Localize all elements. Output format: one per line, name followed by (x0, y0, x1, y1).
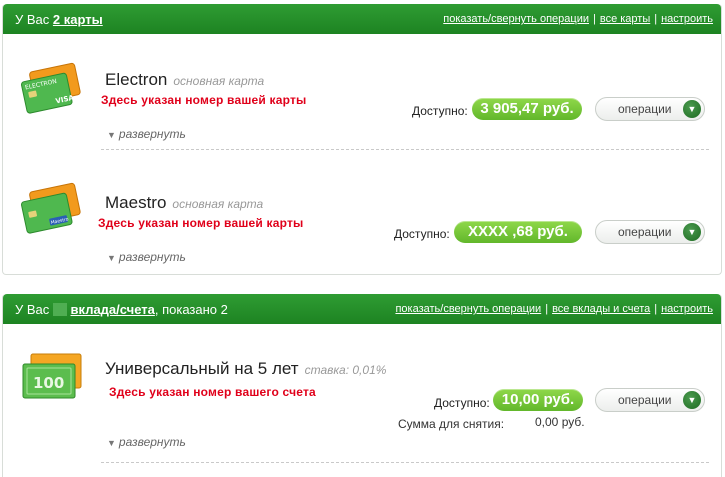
card-image-icon[interactable]: ELECTRON VISA (17, 58, 87, 125)
toggle-operations-link[interactable]: показать/свернуть операции (395, 303, 541, 315)
available-label: Доступно: (434, 396, 490, 410)
operations-button[interactable]: операции ▼ (595, 388, 705, 412)
operations-button[interactable]: операции ▼ (595, 220, 705, 244)
item-divider (101, 149, 709, 150)
deposit-name[interactable]: Универсальный на 5 лет ставка: 0,01% (105, 359, 386, 379)
cards-count-link[interactable]: 2 карты (53, 12, 103, 27)
card-number-note: Здесь указан номер вашей карты (101, 93, 307, 107)
configure-link[interactable]: настроить (661, 303, 713, 315)
balance-badge: 10,00 руб. (493, 389, 583, 411)
deposits-panel-links: показать/свернуть операции | все вклады и … (395, 303, 713, 315)
balance-badge: XXXX ,68 руб. (454, 221, 582, 243)
deposit-item: 100 Универсальный на 5 лет ставка: 0,01% … (3, 324, 721, 474)
cards-panel-header: У Вас 2 карты показать/свернуть операции… (3, 4, 721, 34)
deposits-panel-header: У Вас вклада/счета, показано 2 показать/… (3, 294, 721, 324)
withdrawal-sum-label: Сумма для снятия: (398, 417, 505, 431)
card-item-maestro: Maestro Maestro основная карта Здесь указ… (3, 154, 721, 272)
card-image-icon[interactable]: Maestro (17, 178, 87, 245)
triangle-down-icon: ▼ (107, 253, 116, 263)
triangle-down-icon: ▼ (107, 130, 116, 140)
operations-button[interactable]: операции ▼ (595, 97, 705, 121)
svg-text:100: 100 (33, 374, 64, 392)
cards-panel-links: показать/свернуть операции | все карты | нас… (443, 13, 713, 25)
card-name[interactable]: Electron основная карта (105, 70, 264, 90)
expand-toggle[interactable]: ▼ развернуть (107, 250, 186, 264)
deposits-count-link[interactable]: вклада/счета (71, 302, 155, 317)
triangle-down-icon: ▼ (107, 438, 116, 448)
toggle-operations-link[interactable]: показать/свернуть операции (443, 13, 589, 25)
deposit-rate: ставка: 0,01% (304, 363, 387, 377)
hidden-count-mask (52, 303, 67, 316)
card-item-electron: ELECTRON VISA Electron основная карта Зде… (3, 34, 721, 152)
card-type: основная карта (173, 74, 265, 88)
deposits-panel-title: У Вас вклада/счета, показано 2 (15, 302, 228, 317)
item-divider (101, 462, 709, 463)
deposits-panel: У Вас вклада/счета, показано 2 показать/… (2, 294, 722, 477)
configure-link[interactable]: настроить (661, 13, 713, 25)
account-number-note: Здесь указан номер вашего счета (109, 385, 316, 399)
available-label: Доступно: (412, 104, 468, 118)
card-name[interactable]: Maestro основная карта (105, 193, 263, 213)
expand-toggle[interactable]: ▼ развернуть (107, 435, 186, 449)
cards-panel: У Вас 2 карты показать/свернуть операции… (2, 4, 722, 275)
balance-badge: 3 905,47 руб. (472, 98, 582, 120)
banknote-icon[interactable]: 100 (17, 350, 87, 411)
chevron-down-icon: ▼ (683, 100, 701, 118)
cards-panel-title: У Вас 2 карты (15, 12, 103, 27)
all-deposits-link[interactable]: все вклады и счета (552, 303, 650, 315)
all-cards-link[interactable]: все карты (600, 13, 650, 25)
expand-toggle[interactable]: ▼ развернуть (107, 127, 186, 141)
chevron-down-icon: ▼ (683, 391, 701, 409)
withdrawal-sum-value: 0,00 руб. (535, 415, 585, 429)
available-label: Доступно: (394, 227, 450, 241)
chevron-down-icon: ▼ (683, 223, 701, 241)
card-type: основная карта (172, 197, 264, 211)
card-number-note: Здесь указан номер вашей карты (98, 216, 304, 230)
